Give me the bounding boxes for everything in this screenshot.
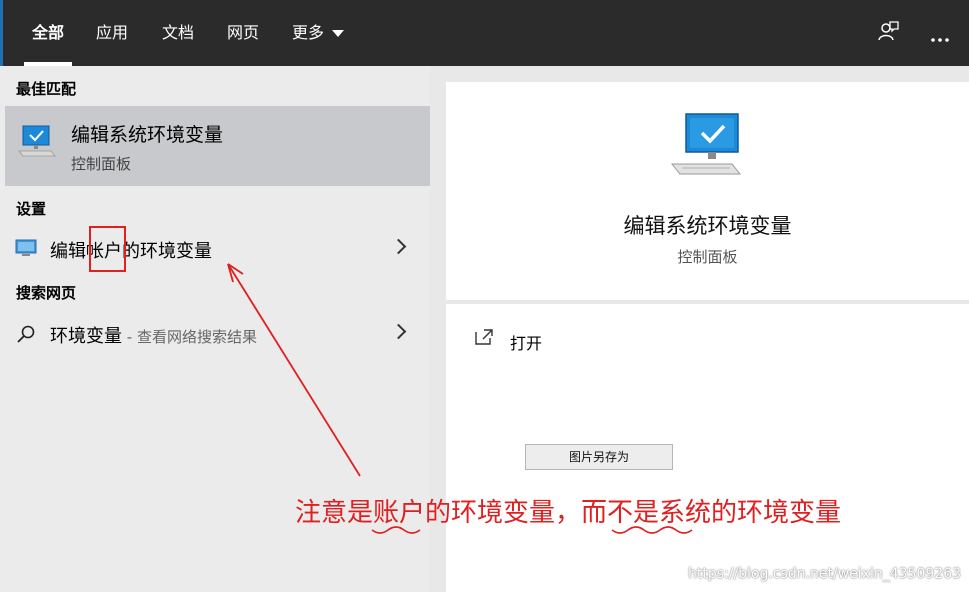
annotation-note: 注意是账户的环境变量，而不是系统的环境变量	[295, 498, 842, 528]
watermark: https://blog.csdn.net/weixin_43509263	[687, 566, 961, 582]
